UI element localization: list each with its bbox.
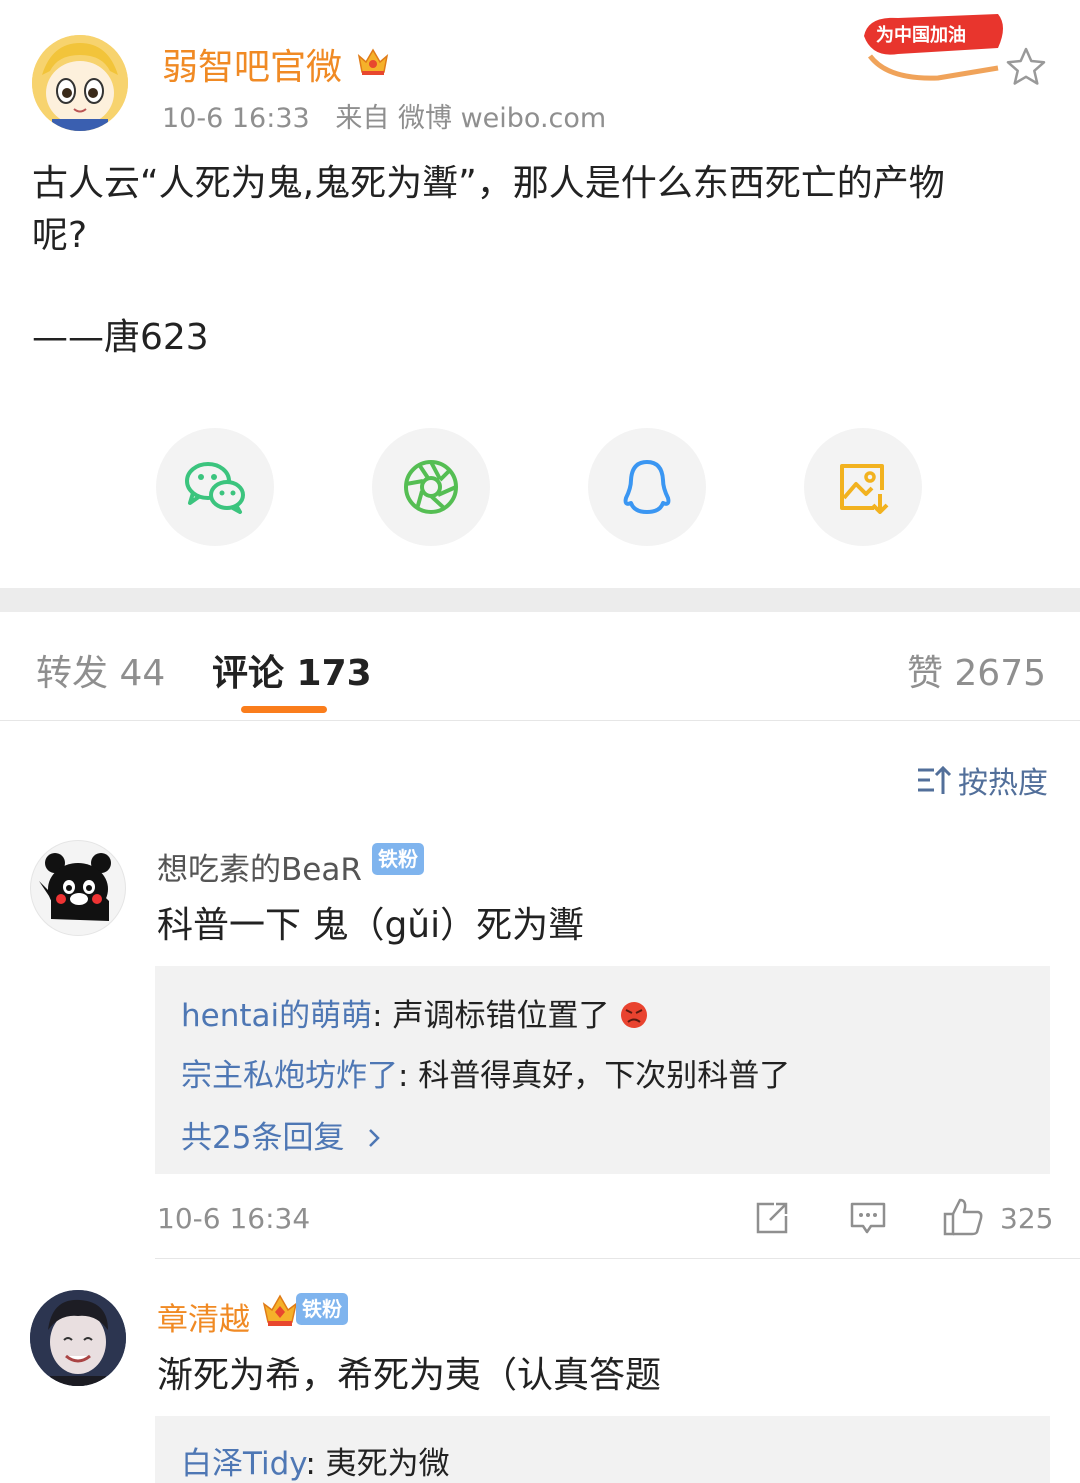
comment-username[interactable]: 章清越 (157, 1294, 250, 1339)
like-thumb-icon[interactable] (942, 1196, 984, 1242)
sort-by-hot-button[interactable]: 按热度 (916, 758, 1048, 802)
post-signature: ——唐623 (32, 317, 209, 358)
favorite-star-icon[interactable] (1005, 46, 1047, 88)
post-body: 古人云“人死为鬼,鬼死为聻”，那人是什么东西死亡的产物 呢? (32, 158, 1032, 262)
comment-username[interactable]: 想吃素的BeaR (157, 844, 362, 889)
save-image-button[interactable] (804, 428, 922, 546)
reply-text: : 科普得真好，下次别科普了 (398, 1058, 791, 1094)
share-comment-icon[interactable] (754, 1200, 790, 1240)
post-body-line: 呢? (32, 215, 88, 256)
cheer-badge-text: 为中国加油 (876, 24, 966, 46)
more-replies-label: 共25条回复 (181, 1120, 345, 1156)
angry-emoji-icon (621, 1002, 648, 1028)
vip-crown-icon (260, 1290, 300, 1330)
reply-username[interactable]: 白泽Tidy (181, 1446, 305, 1482)
reply-item[interactable]: 白泽Tidy: 夷死为微 (181, 1438, 450, 1483)
section-separator (0, 588, 1080, 612)
reply-item[interactable]: hentai的萌萌: 声调标错位置了 (181, 990, 649, 1035)
reply-username[interactable]: 宗主私炮坊炸了 (181, 1058, 398, 1094)
tab-likes[interactable]: 赞 2675 (907, 644, 1046, 696)
fan-badge: 铁粉 (372, 843, 424, 875)
reply-text: : 夷死为微 (305, 1446, 450, 1482)
comment-text: 科普一下 鬼（gǔi）死为聻 (157, 905, 585, 946)
post-body-line: 古人云“人死为鬼,鬼死为聻”，那人是什么东西死亡的产物 (32, 163, 945, 204)
author-avatar[interactable] (32, 35, 128, 131)
author-name[interactable]: 弱智吧官微 (162, 38, 342, 90)
fan-badge: 铁粉 (296, 1293, 348, 1325)
save-image-icon (840, 464, 889, 514)
cheer-badge[interactable]: 为中国加油 (858, 6, 1008, 86)
reply-text: : 声调标错位置了 (372, 998, 610, 1034)
more-replies-link[interactable]: 共25条回复 (181, 1112, 384, 1157)
sort-label: 按热度 (958, 766, 1048, 801)
post-source: 微博 weibo.com (398, 103, 607, 134)
reply-box[interactable]: 白泽Tidy: 夷死为微 (155, 1416, 1050, 1483)
comment-time: 10-6 16:34 (157, 1202, 311, 1235)
reply-username[interactable]: hentai的萌萌 (181, 998, 372, 1034)
chevron-right-icon (369, 1129, 381, 1147)
post-meta: 10-6 16:33 来自 微博 weibo.com (162, 96, 606, 135)
comment-avatar[interactable] (30, 1290, 126, 1386)
post-time: 10-6 16:33 (162, 103, 310, 134)
wechat-icon (185, 462, 245, 514)
reply-item[interactable]: 宗主私炮坊炸了: 科普得真好，下次别科普了 (181, 1050, 790, 1095)
share-moments-button[interactable] (372, 428, 490, 546)
tab-repost[interactable]: 转发 44 (36, 644, 165, 696)
reply-box[interactable]: hentai的萌萌: 声调标错位置了 宗主私炮坊炸了: 科普得真好，下次别科普了… (155, 966, 1050, 1174)
active-tab-indicator (241, 706, 327, 713)
qq-icon (623, 460, 671, 514)
tab-comments[interactable]: 评论 173 (212, 644, 372, 696)
share-qq-button[interactable] (588, 428, 706, 546)
moments-icon (404, 460, 458, 514)
comment-text: 渐死为希，希死为夷（认真答题 (157, 1355, 662, 1396)
reply-comment-icon[interactable] (849, 1200, 887, 1240)
comment-divider (155, 1258, 1080, 1259)
comment-avatar[interactable] (30, 840, 126, 936)
vip-crown-icon (356, 44, 390, 78)
share-wechat-button[interactable] (156, 428, 274, 546)
sort-icon (918, 765, 952, 794)
source-prefix: 来自 (335, 103, 390, 134)
divider (0, 720, 1080, 721)
like-count: 325 (1000, 1202, 1054, 1235)
